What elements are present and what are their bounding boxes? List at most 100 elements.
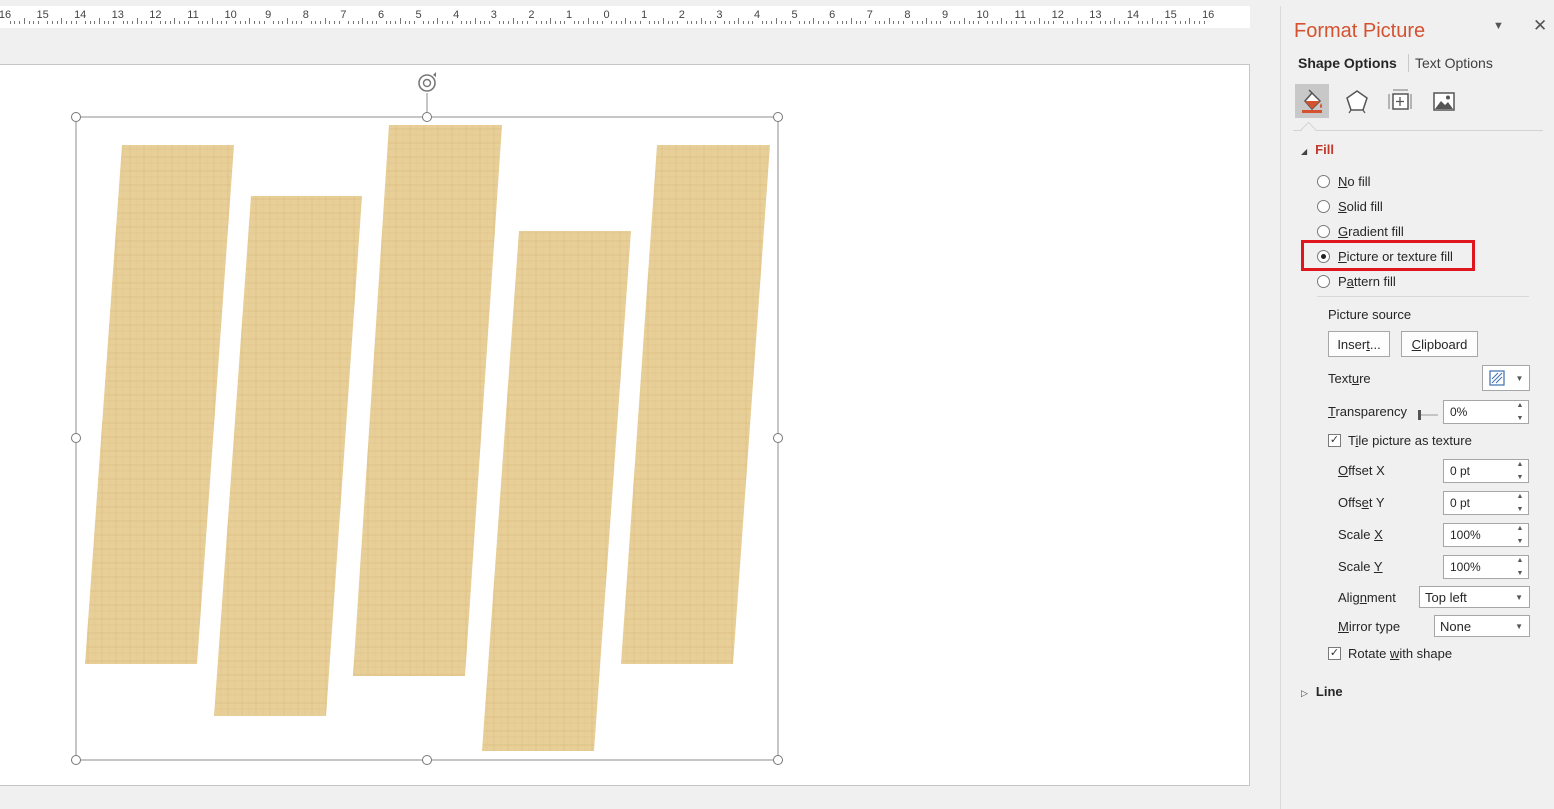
resize-handle-top-middle[interactable] [422, 112, 432, 122]
spin-up-icon[interactable]: ▲ [1517, 525, 1524, 532]
rotate-handle-icon[interactable] [418, 72, 436, 92]
ruler-tick [780, 21, 782, 24]
spin-up-icon[interactable]: ▲ [1517, 402, 1524, 409]
pane-options-dropdown-icon[interactable]: ▼ [1493, 20, 1504, 32]
ruler-tick [1024, 21, 1026, 24]
ruler-tick [169, 21, 171, 24]
spin-down-icon[interactable]: ▼ [1517, 538, 1524, 545]
ruler-tick [33, 21, 35, 24]
spin-up-icon[interactable]: ▲ [1517, 493, 1524, 500]
picture-texture-fill-radio-row[interactable]: Picture or texture fill [1317, 246, 1453, 266]
tab-text-options[interactable]: Text Options [1415, 55, 1493, 71]
slide-canvas-area[interactable] [0, 28, 1278, 809]
spin-down-icon[interactable]: ▼ [1517, 415, 1524, 422]
ruler-tick [357, 21, 359, 24]
gradient-fill-radio-row[interactable]: Gradient fill [1317, 221, 1404, 241]
insert-picture-button[interactable]: Inser t... [1328, 331, 1390, 357]
spin-down-icon[interactable]: ▼ [1517, 506, 1524, 513]
ruler-tick [799, 21, 801, 24]
spin-up-icon[interactable]: ▲ [1517, 461, 1524, 468]
ruler-tick [113, 21, 115, 24]
ruler-tick [996, 21, 998, 24]
fill-line-icon [1302, 89, 1322, 113]
pattern-fill-radio[interactable] [1317, 274, 1330, 288]
clipboard-button[interactable]: Clipboard [1401, 331, 1478, 357]
resize-handle-bottom-middle[interactable] [422, 755, 432, 765]
offset-y-input[interactable] [1444, 492, 1516, 513]
ruler-number: 16 [0, 9, 12, 21]
solid-fill-radio[interactable] [1317, 199, 1330, 213]
no-fill-radio[interactable] [1317, 174, 1330, 188]
chevron-down-icon: ▼ [1515, 373, 1524, 383]
ruler-tick [1039, 18, 1040, 24]
papyrus-strip-3[interactable] [353, 125, 502, 676]
mirror-type-select[interactable]: None ▼ [1434, 615, 1530, 637]
resize-handle-middle-left[interactable] [71, 433, 81, 443]
texture-picker-dropdown[interactable]: ▼ [1482, 365, 1530, 391]
papyrus-strip-1[interactable] [85, 145, 234, 664]
ruler-tick [146, 21, 147, 24]
size-properties-tab-button[interactable] [1383, 84, 1417, 118]
ruler-tick [249, 18, 251, 24]
resize-handle-middle-right[interactable] [773, 433, 783, 443]
transparency-slider[interactable] [1418, 409, 1438, 421]
resize-handle-bottom-right[interactable] [773, 755, 783, 765]
scale-x-spinner[interactable]: ▲▼ [1443, 523, 1529, 547]
picture-tab-button[interactable] [1427, 84, 1461, 118]
spin-down-icon[interactable]: ▼ [1517, 474, 1524, 481]
ruler-tick [766, 21, 768, 24]
alignment-select[interactable]: Top left ▼ [1419, 586, 1530, 608]
papyrus-strip-5[interactable] [621, 145, 770, 664]
offset-y-spinner[interactable]: ▲▼ [1443, 491, 1529, 515]
rotate-with-shape-label: Rotate with shape [1348, 646, 1453, 661]
horizontal-ruler[interactable]: 16 15 14 13 12 11 10 9 8 7 6 5 4 3 2 1 0 1 2 3 4 5 6 7 8 9 10 11 12 1… [0, 6, 1250, 29]
ruler-tick [338, 21, 340, 24]
fill-line-tab-button[interactable] [1295, 84, 1329, 118]
resize-handle-top-left[interactable] [71, 112, 81, 122]
transparency-spinner[interactable]: ▲▼ [1443, 400, 1529, 424]
ruler-number: 15 [36, 9, 49, 21]
ruler-tick [822, 21, 824, 24]
picture-texture-fill-radio[interactable] [1317, 249, 1330, 263]
fill-section-header[interactable]: ◢ Fill [1301, 142, 1334, 157]
papyrus-strip-4[interactable] [482, 231, 631, 751]
scale-x-input[interactable] [1444, 524, 1516, 545]
ruler-tick [930, 21, 932, 24]
pattern-fill-radio-row[interactable]: Pattern fill [1317, 271, 1396, 291]
spin-up-icon[interactable]: ▲ [1517, 557, 1524, 564]
scale-y-spinner[interactable]: ▲▼ [1443, 555, 1529, 579]
pane-close-icon[interactable]: ✕ [1533, 16, 1547, 36]
ruler-tick [695, 21, 697, 24]
ruler-tick [1076, 18, 1078, 24]
gradient-fill-radio[interactable] [1317, 224, 1330, 238]
tab-shape-options[interactable]: Shape Options [1298, 55, 1397, 71]
ruler-tick [883, 21, 885, 24]
icon-row-divider [1293, 130, 1543, 131]
scale-y-input[interactable] [1444, 556, 1516, 577]
papyrus-strip-2[interactable] [214, 196, 362, 716]
selection-layer[interactable] [0, 28, 1278, 809]
ruler-tick [742, 21, 744, 24]
offset-x-spinner[interactable]: ▲▼ [1443, 459, 1529, 483]
rotate-with-shape-checkbox-row[interactable]: ✓ Rotate with shape [1328, 646, 1452, 661]
ruler-number: 16 [1202, 9, 1215, 21]
transparency-input[interactable] [1444, 401, 1516, 422]
effects-tab-button[interactable] [1340, 84, 1374, 118]
ruler-tick [479, 21, 481, 24]
ruler-tick [1194, 21, 1196, 24]
tile-picture-checkbox[interactable]: ✓ [1328, 434, 1341, 447]
no-fill-radio-row[interactable]: No fill [1317, 171, 1371, 191]
offset-x-input[interactable] [1444, 460, 1516, 481]
ruler-tick [987, 21, 989, 24]
spin-down-icon[interactable]: ▼ [1517, 570, 1524, 577]
ruler-tick [578, 21, 580, 24]
ruler-number: 1 [641, 9, 648, 21]
line-section-header[interactable]: ▷ Line [1301, 684, 1343, 699]
rotate-with-shape-checkbox[interactable]: ✓ [1328, 647, 1341, 660]
ruler-tick [747, 21, 749, 24]
resize-handle-bottom-left[interactable] [71, 755, 81, 765]
solid-fill-radio-row[interactable]: Solid fill [1317, 196, 1383, 216]
tile-picture-checkbox-row[interactable]: ✓ Tile picture as texture [1328, 433, 1472, 448]
ruler-tick [808, 21, 810, 24]
resize-handle-top-right[interactable] [773, 112, 783, 122]
